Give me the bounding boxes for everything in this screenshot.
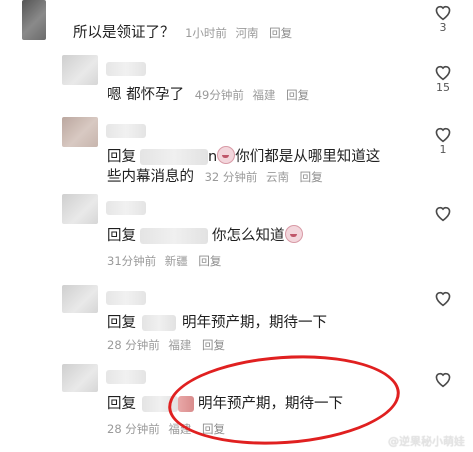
avatar[interactable] <box>62 194 98 224</box>
avatar[interactable] <box>62 117 98 147</box>
heart-outline-icon <box>435 206 451 222</box>
username[interactable] <box>106 62 146 76</box>
heart-outline-icon <box>435 5 451 21</box>
like-button[interactable] <box>430 289 456 307</box>
heart-outline-icon <box>435 65 451 81</box>
username[interactable] <box>106 201 146 215</box>
comment-time: 32 分钟前 <box>204 170 258 184</box>
comment-text: 你们都是从哪里知道这 <box>235 149 381 165</box>
like-count: 3 <box>439 21 447 34</box>
comment-5: 回复 明年预产期，期待一下 <box>107 312 327 334</box>
comment-location: 云南 <box>266 170 290 184</box>
reply-prefix: 回复 <box>107 396 136 412</box>
heart-outline-icon <box>435 291 451 307</box>
comment-3: 回复 n 你们都是从哪里知道这 <box>107 146 380 168</box>
comment-4: 回复 你怎么知道 <box>107 225 303 247</box>
reply-prefix: 回复 <box>107 228 136 244</box>
comment-2: 嗯 都怀孕了 49分钟前 福建 回复 <box>107 84 309 106</box>
reply-button[interactable]: 回复 <box>286 88 309 102</box>
comment-location: 新疆 <box>164 254 188 268</box>
like-button[interactable] <box>430 204 456 222</box>
comment-1: 所以是领证了？ 1小时前 河南 回复 <box>73 22 292 44</box>
comment-location: 河南 <box>235 26 259 40</box>
like-button[interactable]: 3 <box>430 3 456 35</box>
comment-text: 嗯 都怀孕了 <box>107 87 185 103</box>
reply-prefix: 回复 <box>107 149 136 165</box>
reply-button[interactable]: 回复 <box>202 338 225 352</box>
username[interactable] <box>106 291 146 305</box>
comment-time: 31分钟前 <box>107 254 157 268</box>
mentioned-user[interactable] <box>140 228 208 244</box>
like-button[interactable]: 1 <box>430 125 456 157</box>
comment-4-meta: 31分钟前 新疆 回复 <box>101 250 221 272</box>
avatar[interactable] <box>62 55 98 85</box>
smile-emoji-icon <box>217 146 236 164</box>
like-button[interactable] <box>430 370 456 388</box>
reply-button[interactable]: 回复 <box>269 26 292 40</box>
watermark: @逆果秘小萌娃 <box>388 435 465 448</box>
heart-outline-icon <box>435 127 451 143</box>
comment-time: 49分钟前 <box>194 88 244 102</box>
like-count: 1 <box>439 143 447 156</box>
comment-text: 所以是领证了？ <box>73 25 175 41</box>
comment-3-line-2: 些内幕消息的 32 分钟前 云南 回复 <box>107 166 323 188</box>
mentioned-user[interactable] <box>140 149 208 165</box>
avatar[interactable] <box>22 0 46 40</box>
comment-text: 明年预产期，期待一下 <box>182 315 327 331</box>
comment-text-continued: 些内幕消息的 <box>107 169 194 185</box>
username[interactable] <box>106 370 146 384</box>
like-count: 15 <box>436 81 450 94</box>
comment-location: 福建 <box>168 338 192 352</box>
heart-outline-icon <box>435 372 451 388</box>
comment-time: 28 分钟前 <box>107 422 160 436</box>
reply-prefix: 回复 <box>107 315 136 331</box>
comment-time: 1小时前 <box>185 26 227 40</box>
mention-tail: n <box>208 149 218 165</box>
username[interactable] <box>106 124 146 138</box>
reply-button[interactable]: 回复 <box>300 170 323 184</box>
comment-5-meta: 28 分钟前 福建 回复 <box>101 334 225 356</box>
like-button[interactable]: 15 <box>430 63 456 95</box>
reply-button[interactable]: 回复 <box>198 254 221 268</box>
comment-location: 福建 <box>252 88 276 102</box>
mentioned-user[interactable] <box>142 315 176 331</box>
comment-text: 你怎么知道 <box>212 228 285 244</box>
avatar[interactable] <box>62 285 98 313</box>
smile-emoji-icon <box>284 225 303 243</box>
comment-time: 28 分钟前 <box>107 338 160 352</box>
avatar[interactable] <box>62 364 98 392</box>
